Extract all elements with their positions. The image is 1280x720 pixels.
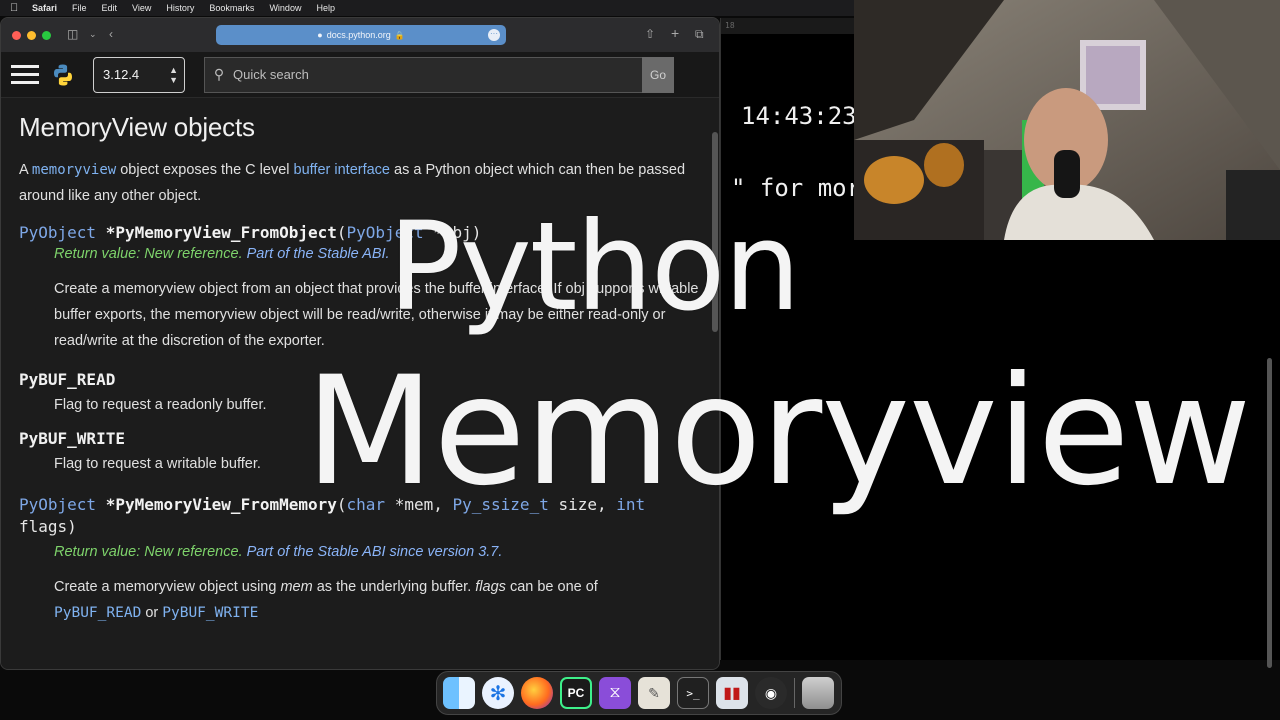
webcam-feed (854, 0, 1280, 240)
webcam-image (854, 0, 1280, 240)
intro-text: A (19, 162, 32, 178)
site-favicon-icon: ● (317, 30, 323, 40)
menu-icon[interactable] (11, 60, 39, 89)
return-value-note: Return value: New reference. (54, 544, 243, 560)
overlay-title-line2: Memoryview (305, 345, 1251, 519)
share-icon[interactable]: ⇧ (645, 27, 655, 41)
function-name[interactable]: *PyMemoryView_FromObject (106, 223, 337, 242)
terminal-icon[interactable]: >_ (677, 677, 709, 709)
function-description: Create a memoryview object using mem as … (54, 574, 699, 626)
chevron-down-icon[interactable]: ⌄ (89, 29, 97, 40)
buffer-interface-link[interactable]: buffer interface (294, 162, 390, 178)
menu-bookmarks[interactable]: Bookmarks (209, 3, 254, 13)
page-title: MemoryView objects (19, 112, 255, 142)
menu-help[interactable]: Help (316, 3, 335, 13)
safari-window: ◫ ⌄ ‹ ● docs.python.org 🔒 ··· ⇧ + ⧉ 3.12… (0, 17, 720, 670)
obs-icon[interactable]: ◉ (755, 677, 787, 709)
visual-studio-icon[interactable]: ⧖ (599, 677, 631, 709)
search-icon: ⚲ (213, 66, 225, 82)
search-input[interactable] (233, 67, 653, 82)
menu-history[interactable]: History (166, 3, 194, 13)
sidebar-icon[interactable]: ◫ (67, 27, 78, 41)
return-type-link[interactable]: PyObject (19, 495, 96, 514)
pybuf-write-link[interactable]: PyBUF_WRITE (162, 605, 258, 621)
menu-window[interactable]: Window (269, 3, 301, 13)
dock-separator (794, 678, 795, 708)
page-menu-icon[interactable]: ··· (488, 29, 500, 41)
desc-em: flags (475, 579, 506, 595)
go-button[interactable]: Go (642, 56, 674, 93)
param-name: flags (19, 517, 68, 536)
version-select[interactable]: 3.12.4 ▲ ▼ (93, 56, 185, 93)
updown-arrows-icon: ▲ ▼ (169, 64, 178, 85)
lock-icon: 🔒 (394, 30, 405, 40)
terminal-scrollbar[interactable] (1267, 358, 1272, 668)
trash-icon[interactable] (802, 677, 834, 709)
desc-text: Create a memoryview object using (54, 579, 281, 595)
menu-view[interactable]: View (132, 3, 151, 13)
menu-app-name[interactable]: Safari (32, 3, 57, 13)
pybuf-read-link[interactable]: PyBUF_READ (54, 605, 141, 621)
return-value-note: Return value: New reference. (54, 246, 243, 262)
stable-abi-link[interactable]: Part of the Stable ABI. (243, 246, 390, 262)
menu-file[interactable]: File (72, 3, 87, 13)
address-bar[interactable]: ● docs.python.org 🔒 ··· (216, 25, 506, 45)
menu-edit[interactable]: Edit (102, 3, 118, 13)
apple-icon[interactable]:  (10, 2, 32, 14)
desc-text: can be one of (505, 579, 598, 595)
desc-text: as the underlying buffer. (312, 579, 476, 595)
new-tab-icon[interactable]: + (671, 25, 679, 41)
address-text: docs.python.org (326, 30, 391, 40)
browser-toolbar: ◫ ⌄ ‹ ● docs.python.org 🔒 ··· ⇧ + ⧉ (1, 18, 719, 52)
version-value: 3.12.4 (103, 66, 140, 82)
return-type-link[interactable]: PyObject (19, 223, 96, 242)
overlay-title-line1: Python (388, 196, 801, 338)
intro-text: object exposes the C level (116, 162, 294, 178)
minimize-window-button[interactable] (27, 30, 36, 40)
function-name[interactable]: *PyMemoryView_FromMemory (106, 495, 337, 514)
finder-icon[interactable] (443, 677, 475, 709)
terminal-clock: 14:43:23 (741, 102, 857, 130)
dock: ✻ PC ⧖ ✎ >_ ▮▮ ◉ (436, 671, 842, 715)
paren: ) (67, 517, 77, 536)
gimp-icon[interactable]: ✎ (638, 677, 670, 709)
traffic-lights (12, 30, 51, 40)
paren: ( (336, 223, 347, 242)
docs-header: 3.12.4 ▲▼ ⚲ Go (1, 52, 719, 98)
desc-em: mem (280, 579, 313, 595)
memoryview-link[interactable]: memoryview (32, 162, 116, 178)
pycharm-icon[interactable]: PC (560, 677, 592, 709)
desktop:  Safari File Edit View History Bookmark… (0, 0, 1280, 720)
refcount-note: Return value: New reference. Part of the… (54, 544, 699, 560)
safari-icon[interactable]: ✻ (482, 677, 514, 709)
menu-bar:  Safari File Edit View History Bookmark… (0, 0, 854, 16)
activity-monitor-icon[interactable]: ▮▮ (716, 677, 748, 709)
tab-overview-icon[interactable]: ⧉ (695, 27, 704, 42)
firefox-icon[interactable] (521, 677, 553, 709)
back-icon[interactable]: ‹ (109, 27, 113, 41)
quick-search: ⚲ Go (204, 56, 674, 93)
zoom-window-button[interactable] (42, 30, 51, 40)
desc-text: or (141, 605, 163, 621)
stable-abi-link[interactable]: Part of the Stable ABI since version 3.7… (243, 544, 503, 560)
close-window-button[interactable] (12, 30, 21, 40)
python-logo-icon[interactable] (51, 63, 75, 87)
